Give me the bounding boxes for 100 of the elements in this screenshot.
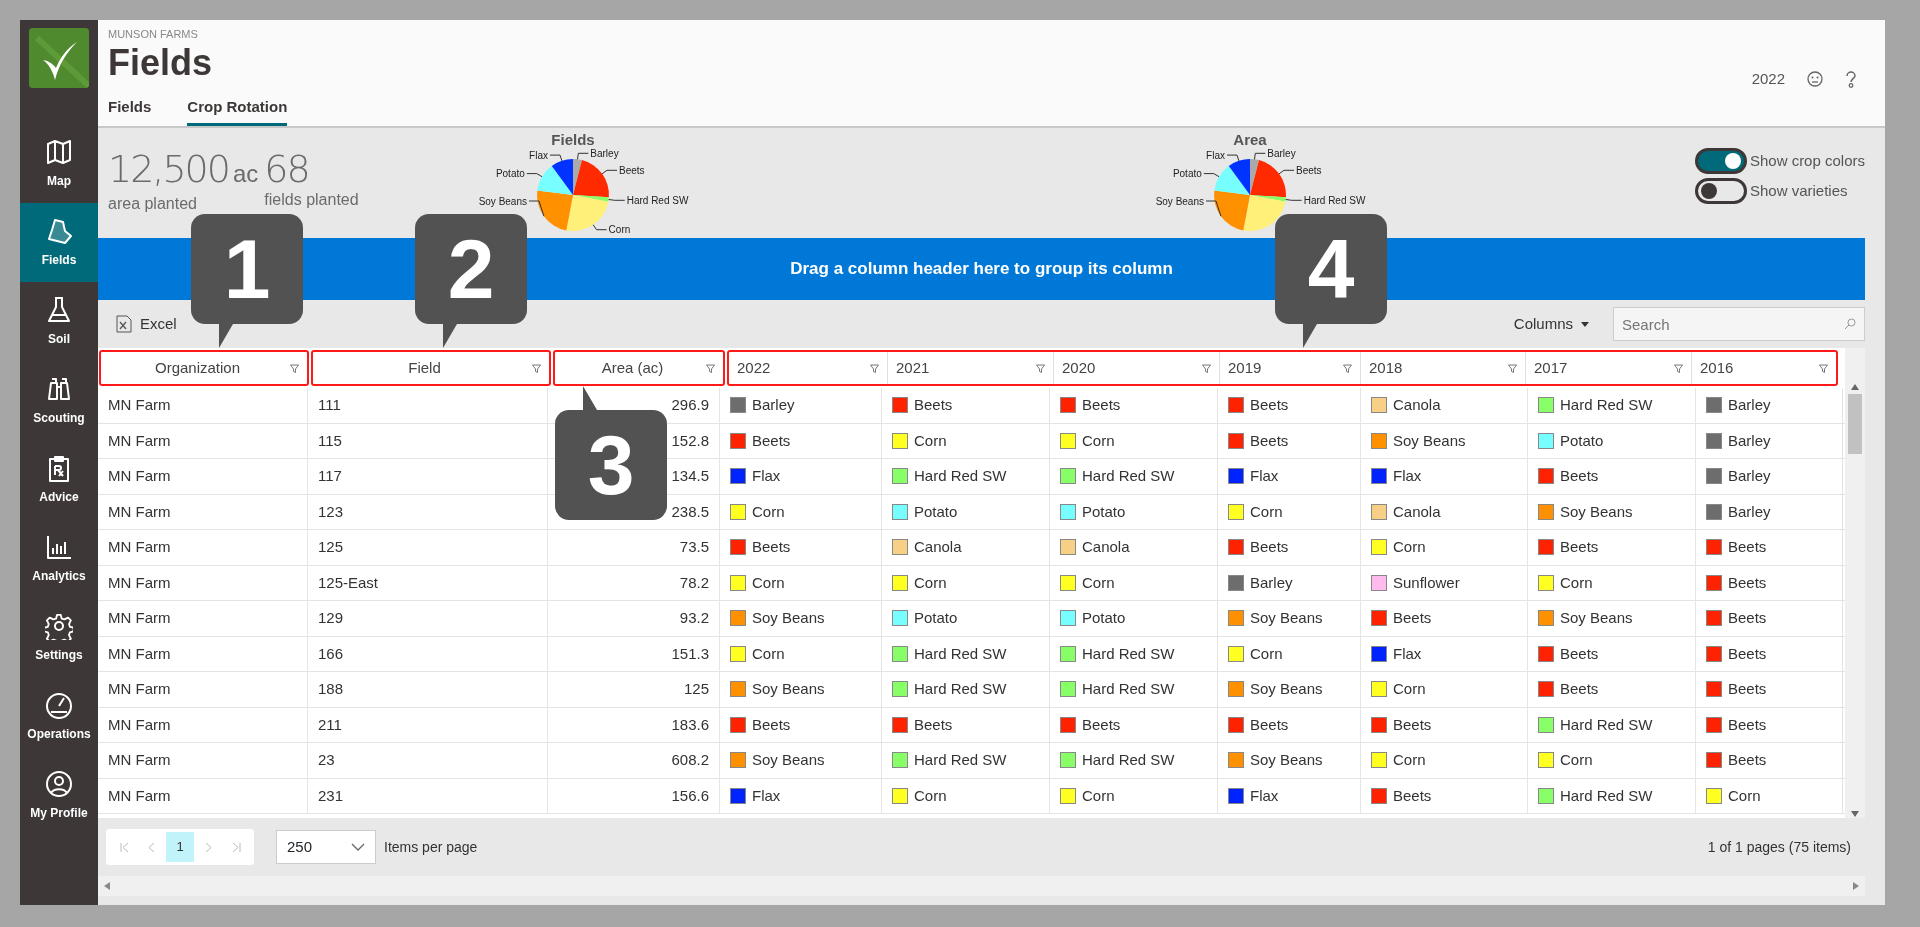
slice-label: Soy Beans <box>1155 195 1204 207</box>
scroll-down-icon <box>1851 810 1859 818</box>
table-cell: Hard Red SW <box>1528 388 1696 423</box>
slice-label: Flax <box>529 149 548 161</box>
table-cell: Beets <box>1696 565 1843 600</box>
filter-icon[interactable] <box>1508 363 1517 373</box>
step-callout: 4 <box>1275 214 1387 324</box>
filter-icon[interactable] <box>1036 363 1045 373</box>
column-header[interactable]: 2016 <box>1691 352 1836 384</box>
table-cell: Beets <box>1528 672 1696 707</box>
columns-dropdown[interactable]: Columns <box>1507 311 1595 337</box>
leader-line <box>526 173 543 178</box>
table-cell: MN Farm <box>98 423 308 458</box>
table-cell: Hard Red SW <box>1050 636 1218 671</box>
scrollbar-thumb[interactable] <box>1848 394 1862 454</box>
table-cell: MN Farm <box>98 601 308 636</box>
slice-label: Barley <box>1267 147 1296 159</box>
table-cell: Canola <box>1361 388 1528 423</box>
sidebar-item[interactable]: Analytics <box>20 519 98 598</box>
table-cell: Hard Red SW <box>1050 672 1218 707</box>
table-cell: Beets <box>1050 707 1218 742</box>
table-cell: Soy Beans <box>1218 743 1361 778</box>
excel-export-button[interactable]: Excel <box>112 310 181 338</box>
tab[interactable]: Fields <box>108 90 152 126</box>
column-header[interactable]: 2021 <box>887 352 1053 384</box>
smiley-icon[interactable] <box>1807 71 1823 88</box>
table-cell: Beets <box>1528 459 1696 494</box>
sidebar-item[interactable]: Advice <box>20 440 98 519</box>
table-cell: Beets <box>1696 743 1843 778</box>
table-cell: Soy Beans <box>1218 601 1361 636</box>
table-cell: 188 <box>308 672 548 707</box>
table-cell: Soy Beans <box>1361 423 1528 458</box>
filter-icon[interactable] <box>532 363 541 373</box>
table-cell: Flax <box>1361 459 1528 494</box>
table-cell: MN Farm <box>98 388 308 423</box>
sidebar-item[interactable]: My Profile <box>20 756 98 835</box>
table-cell: Flax <box>720 778 882 813</box>
table-cell: Beets <box>1696 601 1843 636</box>
table-cell: Beets <box>1696 672 1843 707</box>
leader-line <box>1205 200 1222 217</box>
column-header[interactable]: Organization <box>101 352 307 384</box>
filter-icon[interactable] <box>1674 363 1683 373</box>
table-cell: 166 <box>308 636 548 671</box>
column-header[interactable]: 2019 <box>1219 352 1360 384</box>
table-cell: Flax <box>1218 778 1361 813</box>
horizontal-scrollbar[interactable] <box>98 876 1865 896</box>
table-cell: Barley <box>1696 423 1843 458</box>
table-cell: 117 <box>308 459 548 494</box>
sidebar-item[interactable]: Soil <box>20 282 98 361</box>
search-field[interactable]: Search <box>1613 307 1865 341</box>
table-cell: Canola <box>1050 530 1218 565</box>
filter-icon[interactable] <box>1343 363 1352 373</box>
filter-icon[interactable] <box>1202 363 1211 373</box>
table-cell: Hard Red SW <box>882 672 1050 707</box>
table-cell: Hard Red SW <box>1528 778 1696 813</box>
stat-label: area planted <box>108 194 198 214</box>
table-cell: 73.5 <box>548 530 720 565</box>
tab[interactable]: Crop Rotation <box>187 90 288 126</box>
table-cell: 211 <box>308 707 548 742</box>
table-cell: MN Farm <box>98 672 308 707</box>
table-cell: Corn <box>882 565 1050 600</box>
table-cell: 183.6 <box>548 707 720 742</box>
help-icon[interactable] <box>1845 70 1857 88</box>
table-cell: Corn <box>1218 494 1361 529</box>
table-cell: Beets <box>882 707 1050 742</box>
leader-line <box>1203 173 1220 178</box>
vertical-scrollbar[interactable] <box>1845 348 1865 818</box>
column-header[interactable]: Field <box>313 352 549 384</box>
filter-icon[interactable] <box>1819 363 1828 373</box>
column-header[interactable]: 2017 <box>1525 352 1691 384</box>
field-shape-icon <box>45 216 73 245</box>
column-header[interactable]: 2018 <box>1360 352 1525 384</box>
filter-icon[interactable] <box>290 363 299 373</box>
step-callout: 1 <box>191 214 303 324</box>
toggle-switch[interactable] <box>1694 148 1747 174</box>
table-cell: Hard Red SW <box>882 459 1050 494</box>
sidebar-item[interactable]: Scouting <box>20 361 98 440</box>
column-header[interactable]: Area (ac) <box>555 352 723 384</box>
toggle-switch[interactable] <box>1694 178 1747 204</box>
filter-icon[interactable] <box>870 363 879 373</box>
sidebar-item[interactable]: Fields <box>20 203 98 282</box>
table-cell: Soy Beans <box>720 601 882 636</box>
table-cell: MN Farm <box>98 636 308 671</box>
leader-line <box>592 224 608 231</box>
year-label[interactable]: 2022 <box>1751 68 1785 91</box>
filter-icon[interactable] <box>706 363 715 373</box>
table-cell: Corn <box>1361 672 1528 707</box>
page-size-dropdown[interactable]: 250 <box>276 830 376 864</box>
table-cell: 125 <box>308 530 548 565</box>
page-button[interactable]: 1 <box>166 832 194 862</box>
table-cell: Beets <box>1696 707 1843 742</box>
column-header[interactable]: 2020 <box>1053 352 1219 384</box>
sidebar-item[interactable]: Map <box>20 124 98 203</box>
sidebar-item[interactable]: Settings <box>20 598 98 677</box>
slice-label: Barley <box>590 147 619 159</box>
table-cell: MN Farm <box>98 494 308 529</box>
column-header[interactable]: 2022 <box>729 352 887 384</box>
table-cell: Corn <box>720 494 882 529</box>
slice-label: Beets <box>1296 164 1322 176</box>
sidebar-item[interactable]: Operations <box>20 677 98 756</box>
